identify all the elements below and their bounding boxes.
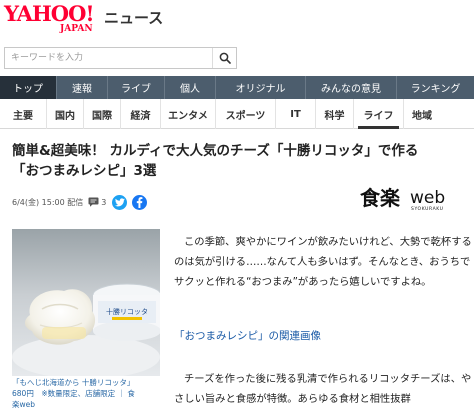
category-tab-science[interactable]: 科学 (316, 99, 354, 129)
search-box (4, 47, 237, 69)
twitter-icon (114, 197, 125, 206)
yahoo-japan-logo[interactable]: YAHOO! JAPAN (4, 2, 104, 36)
article-meta: 6/4(金) 15:00 配信 3 (12, 194, 152, 210)
source-logo-romaji: SYOKURAKU (411, 207, 444, 212)
photo-caption-line-2: 680円 ※数量限定、店舗限定 ｜ 食 (12, 389, 135, 398)
photo-caption-line-1: 「もへじ北海道から 十勝リコッタ」 (12, 378, 135, 387)
related-images-link[interactable]: 「おつまみレシピ」の関連画像 (174, 328, 321, 343)
facebook-icon (137, 196, 143, 208)
source-logo-kanji: 食楽 (360, 186, 400, 210)
category-tab-life[interactable]: ライフ (354, 99, 404, 129)
nav-tab-live[interactable]: ライブ (108, 76, 165, 99)
photo-caption-line-3: 楽web (12, 400, 36, 409)
article-photo[interactable]: 十勝リコッタ (12, 229, 160, 376)
logo-news-service[interactable]: ニュース (104, 7, 163, 28)
nav-tab-original[interactable]: オリジナル (216, 76, 306, 99)
article-title-line-2: 「おつまみレシピ」3選 (12, 163, 157, 179)
source-logo-web: web (410, 188, 446, 208)
article-body: この季節、爽やかにワインが飲みたいけれど、大勢で乾杯するのは気が引ける……なんて… (174, 232, 474, 292)
comment-link[interactable]: 3 (88, 197, 106, 207)
article-paragraph: この季節、爽やかにワインが飲みたいけれど、大勢で乾杯するのは気が引ける……なんて… (174, 236, 472, 288)
category-tab-economy[interactable]: 経済 (121, 99, 161, 129)
syokuraku-web-logo[interactable]: 食楽 web SYOKURAKU (360, 186, 460, 212)
comment-icon (88, 197, 99, 207)
article-title-line-1: 簡単&超美味！ カルディで大人気のチーズ「十勝リコッタ」で作る (12, 143, 419, 159)
nav-tab-ranking[interactable]: ランキング (397, 76, 474, 99)
nav-tab-personal[interactable]: 個人 (165, 76, 216, 99)
article-title: 簡単&超美味！ カルディで大人気のチーズ「十勝リコッタ」で作る 「おつまみレシピ… (12, 141, 467, 181)
category-tab-it[interactable]: IT (276, 99, 316, 129)
facebook-share-button[interactable] (132, 194, 148, 210)
publish-date: 6/4(金) 15:00 配信 (12, 197, 84, 207)
search-button[interactable] (212, 48, 236, 68)
twitter-share-button[interactable] (112, 194, 128, 210)
photo-caption: 「もへじ北海道から 十勝リコッタ」 680円 ※数量限定、店舗限定 ｜ 食 楽w… (12, 377, 162, 410)
site-header: YAHOO! JAPAN ニュース (0, 0, 474, 76)
logo-yahoo-text: YAHOO! (4, 1, 95, 26)
ricotta-cheese-image: 十勝リコッタ (12, 229, 160, 376)
category-tab-domestic[interactable]: 国内 (47, 99, 84, 129)
search-icon (219, 52, 231, 64)
category-nav: 主要 国内 国際 経済 エンタメ スポーツ IT 科学 ライフ 地域 (0, 99, 474, 129)
comment-count: 3 (101, 197, 107, 207)
category-tab-sports[interactable]: スポーツ (216, 99, 276, 129)
search-input[interactable] (5, 48, 213, 68)
category-tab-main[interactable]: 主要 (0, 99, 47, 129)
nav-tab-breaking[interactable]: 速報 (57, 76, 108, 99)
primary-nav: トップ 速報 ライブ 個人 オリジナル みんなの意見 ランキング (0, 76, 474, 99)
category-tab-region[interactable]: 地域 (404, 99, 474, 129)
category-tab-entertainment[interactable]: エンタメ (161, 99, 216, 129)
article-paragraph-2: チーズを作った後に残る乳清で作られるリコッタチーズは、やさしい旨みと食感が特徴。… (174, 373, 472, 405)
logo-japan-text: JAPAN (60, 24, 93, 34)
product-label-text: 十勝リコッタ (106, 307, 148, 316)
nav-tab-top[interactable]: トップ (0, 76, 57, 99)
nav-tab-opinions[interactable]: みんなの意見 (306, 76, 397, 99)
category-tab-international[interactable]: 国際 (84, 99, 121, 129)
